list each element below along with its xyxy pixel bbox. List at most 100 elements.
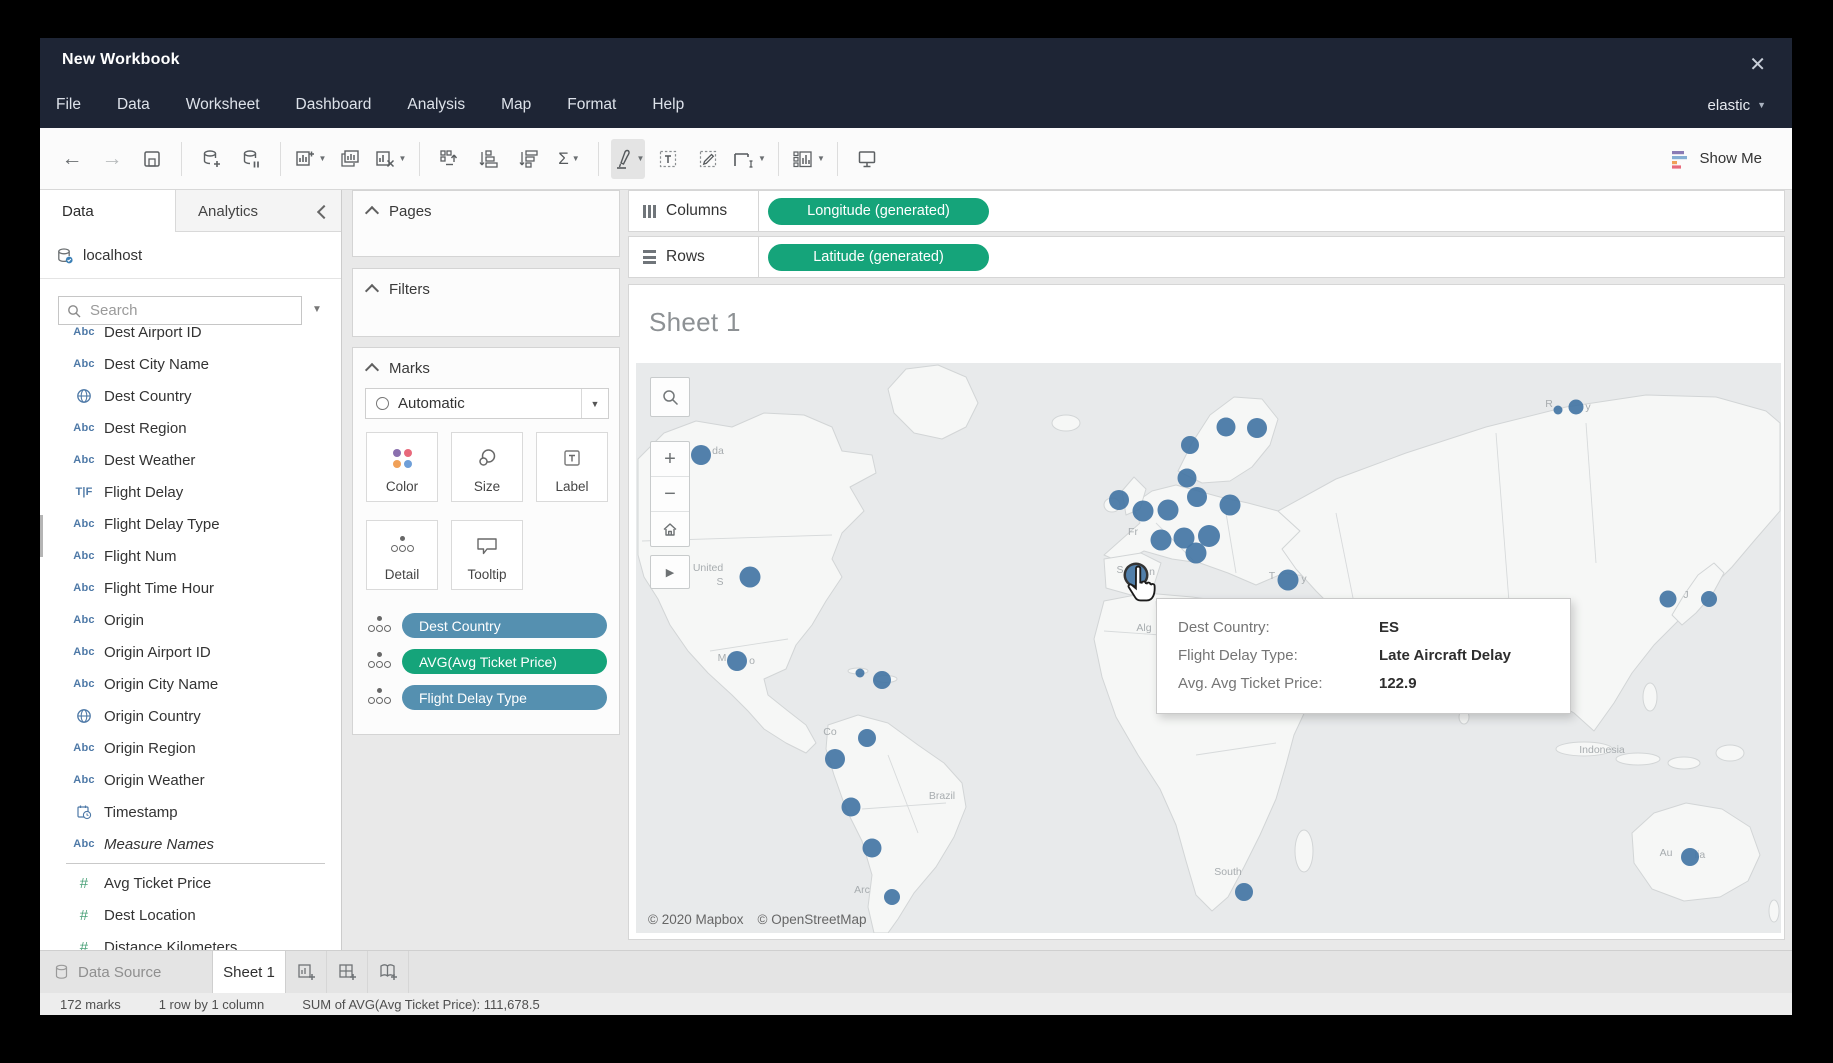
borders-button[interactable]: ▼ <box>731 139 766 179</box>
zoom-out-button[interactable]: − <box>651 477 689 512</box>
field-flight-time-hour[interactable]: AbcFlight Time Hour <box>40 572 337 604</box>
pause-auto-updates-button[interactable] <box>234 139 268 179</box>
menu-item-help[interactable]: Help <box>652 96 684 114</box>
field-dest-weather[interactable]: AbcDest Weather <box>40 444 337 476</box>
map-mark[interactable] <box>740 567 761 588</box>
field-dest-location[interactable]: #Dest Location <box>40 899 337 931</box>
menu-item-worksheet[interactable]: Worksheet <box>186 96 260 114</box>
map-mark[interactable] <box>1186 543 1207 564</box>
rows-shelf[interactable]: Rows Latitude (generated) <box>628 236 1785 278</box>
field-origin-airport-id[interactable]: AbcOrigin Airport ID <box>40 636 337 668</box>
map-mark[interactable] <box>691 445 711 465</box>
map-mark[interactable] <box>863 839 882 858</box>
columns-shelf[interactable]: Columns Longitude (generated) <box>628 190 1785 232</box>
field-measure-names[interactable]: AbcMeasure Names <box>40 828 337 860</box>
collapse-pane-icon[interactable] <box>317 205 331 219</box>
map-mark[interactable] <box>1569 400 1584 415</box>
map-search-button[interactable] <box>650 377 690 417</box>
map-mark[interactable] <box>727 651 747 671</box>
field-flight-num[interactable]: AbcFlight Num <box>40 540 337 572</box>
pill-flight-delay-type[interactable]: Flight Delay Type <box>402 685 607 710</box>
field-search[interactable] <box>58 296 302 325</box>
columns-pill-longitude[interactable]: Longitude (generated) <box>768 198 989 225</box>
field-distance-kilometers[interactable]: #Distance Kilometers <box>40 931 337 950</box>
zoom-home-button[interactable] <box>651 512 689 546</box>
map-mark[interactable] <box>1158 500 1179 521</box>
attribution-mapbox[interactable]: © 2020 Mapbox <box>648 912 744 927</box>
field-timestamp[interactable]: Timestamp <box>40 796 337 828</box>
collapse-icon[interactable] <box>365 284 379 298</box>
account-menu[interactable]: elastic ▼ <box>1708 82 1766 128</box>
map-mark[interactable] <box>1235 883 1253 901</box>
map-mark[interactable] <box>1109 490 1129 510</box>
show-hide-cards-button[interactable]: ▼ <box>791 139 825 179</box>
map-mark[interactable] <box>858 729 876 747</box>
new-worksheet-button[interactable]: ▼ <box>293 139 327 179</box>
menu-item-data[interactable]: Data <box>117 96 150 114</box>
map-mark[interactable] <box>1151 530 1172 551</box>
field-dest-region[interactable]: AbcDest Region <box>40 412 337 444</box>
field-avg-ticket-price[interactable]: #Avg Ticket Price <box>40 867 337 899</box>
detail-button[interactable]: Detail <box>366 520 438 590</box>
field-list-menu-icon[interactable]: ▼ <box>312 304 322 315</box>
collapse-icon[interactable] <box>365 206 379 220</box>
map-mark[interactable] <box>1220 495 1241 516</box>
map-mark[interactable] <box>825 749 845 769</box>
color-button[interactable]: Color <box>366 432 438 502</box>
tab-data-source[interactable]: Data Source <box>40 951 212 993</box>
new-dashboard-tab-button[interactable] <box>327 951 368 993</box>
rows-pill-latitude[interactable]: Latitude (generated) <box>768 244 989 271</box>
field-dest-city-name[interactable]: AbcDest City Name <box>40 348 337 380</box>
sort-ascending-button[interactable] <box>472 139 506 179</box>
map-mark[interactable] <box>1133 501 1154 522</box>
map-mark[interactable] <box>1278 570 1299 591</box>
menu-item-file[interactable]: File <box>56 96 81 114</box>
collapse-icon[interactable] <box>365 363 379 377</box>
menu-item-format[interactable]: Format <box>567 96 616 114</box>
show-me-button[interactable]: Show Me <box>1670 149 1762 169</box>
map-mark[interactable] <box>873 671 891 689</box>
presentation-mode-button[interactable] <box>850 139 884 179</box>
menu-item-dashboard[interactable]: Dashboard <box>296 96 372 114</box>
save-button[interactable] <box>135 139 169 179</box>
map-mark[interactable] <box>1217 418 1236 437</box>
clear-sheet-button[interactable]: ▼ <box>373 139 407 179</box>
field-dest-airport-id[interactable]: AbcDest Airport ID <box>40 327 337 348</box>
close-icon[interactable]: ✕ <box>1749 52 1766 77</box>
undo-button[interactable]: ← <box>55 139 89 179</box>
field-flight-delay-type[interactable]: AbcFlight Delay Type <box>40 508 337 540</box>
pill-avg-avg-ticket-price[interactable]: AVG(Avg Ticket Price) <box>402 649 607 674</box>
map-view[interactable]: daUnitedSMoCoBrazilArcFrSnAlgTyRyJIndone… <box>636 363 1781 933</box>
map-mark[interactable] <box>1178 469 1197 488</box>
pages-card[interactable]: Pages <box>352 190 620 257</box>
map-mark[interactable] <box>1181 436 1199 454</box>
search-input[interactable] <box>88 301 262 320</box>
map-mark[interactable] <box>884 889 900 905</box>
tooltip-button[interactable]: Tooltip <box>451 520 523 590</box>
tab-data[interactable]: Data <box>40 190 175 233</box>
map-mark[interactable] <box>1701 591 1717 607</box>
totals-button[interactable]: Σ ▼ <box>552 139 586 179</box>
map-mark[interactable] <box>856 669 865 678</box>
label-button[interactable]: Label <box>536 432 608 502</box>
tab-sheet-1[interactable]: Sheet 1 <box>212 951 286 993</box>
map-mark[interactable] <box>1660 591 1677 608</box>
new-data-source-button[interactable] <box>194 139 228 179</box>
new-story-tab-button[interactable] <box>368 951 409 993</box>
duplicate-sheet-button[interactable] <box>333 139 367 179</box>
show-mark-labels-button[interactable] <box>651 139 685 179</box>
map-mark[interactable] <box>1681 848 1699 866</box>
field-origin-country[interactable]: Origin Country <box>40 700 337 732</box>
chevron-down-icon[interactable]: ▼ <box>581 389 608 418</box>
field-origin-weather[interactable]: AbcOrigin Weather <box>40 764 337 796</box>
field-origin-region[interactable]: AbcOrigin Region <box>40 732 337 764</box>
format-button[interactable] <box>691 139 725 179</box>
mark-type-dropdown[interactable]: Automatic ▼ <box>365 388 609 419</box>
map-controls-expand-button[interactable]: ▶ <box>650 555 690 589</box>
map-mark[interactable] <box>1554 406 1563 415</box>
field-flight-delay[interactable]: T|FFlight Delay <box>40 476 337 508</box>
highlight-button[interactable]: ▼ <box>611 139 645 179</box>
size-button[interactable]: Size <box>451 432 523 502</box>
sort-descending-button[interactable] <box>512 139 546 179</box>
pill-dest-country[interactable]: Dest Country <box>402 613 607 638</box>
